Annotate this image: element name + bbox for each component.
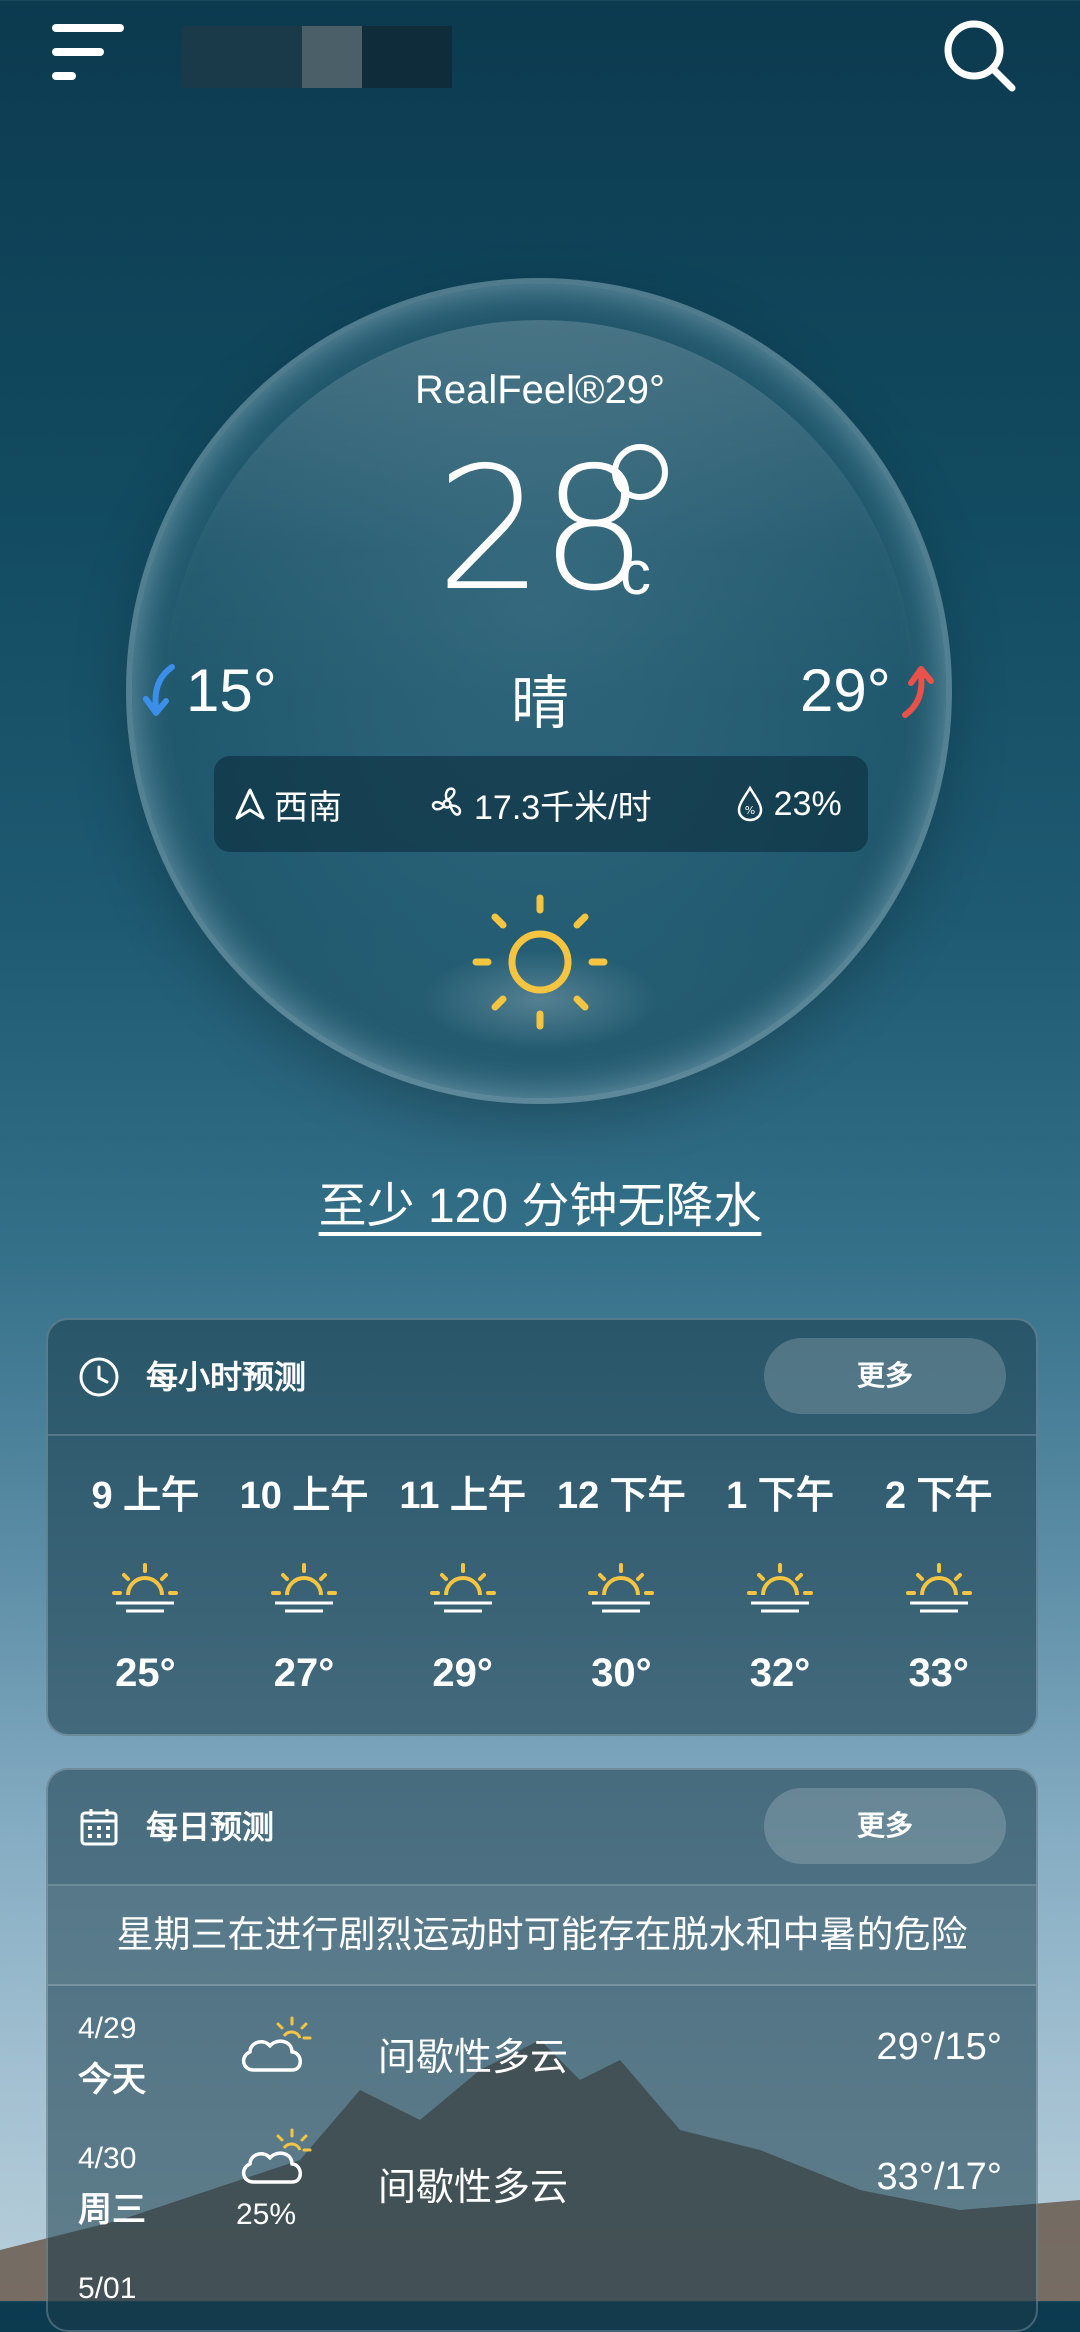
hour-temp: 27°: [273, 1651, 335, 1695]
daily-advisory[interactable]: 星期三在进行剧烈运动时可能存在脱水和中暑的危险: [48, 1886, 1036, 1986]
clock-icon: [79, 1357, 119, 1397]
unit-letter-display: c: [620, 539, 651, 608]
hour-temp: 25°: [115, 1651, 176, 1695]
hour-temp: 33°: [908, 1651, 969, 1695]
daily-forecast-card: 每日预测 更多 星期三在进行剧烈运动时可能存在脱水和中暑的危险 4/29 今天 间歇…: [46, 1768, 1038, 2332]
hour-time: 11 上午: [399, 1475, 527, 1517]
hourly-item[interactable]: 12 下午 30°: [542, 1436, 701, 1734]
daily-more-button[interactable]: 更多: [764, 1788, 1006, 1864]
wind-speed-value: 17.3千米/时: [474, 788, 652, 827]
menu-icon[interactable]: [52, 24, 124, 82]
day-name: 今天: [78, 2061, 146, 2099]
humidity-value: 23%: [773, 784, 842, 823]
high-temp-value: 29°: [800, 657, 891, 724]
hourly-item[interactable]: 9 上午 25°: [66, 1436, 225, 1734]
current-details-bar: 西南 17.3千米/时 % 23%: [214, 756, 868, 852]
degree-symbol: [612, 444, 668, 500]
sunrise-icon: [112, 1563, 179, 1613]
up-arrow-icon: [901, 665, 934, 718]
day-description: 间歇性多云: [378, 2167, 569, 2209]
temperature-unit: C c: [612, 440, 692, 620]
hour-temp: 29°: [432, 1651, 493, 1695]
hour-time: 1 下午: [726, 1475, 834, 1517]
high-temperature: 29°: [800, 656, 937, 725]
hourly-item[interactable]: 2 下午 33°: [859, 1436, 1018, 1734]
wind-direction: 西南: [232, 780, 342, 829]
top-bar: [0, 0, 1080, 120]
hour-temp: 32°: [749, 1651, 811, 1695]
day-name: 周三: [78, 2191, 146, 2229]
fan-icon: [431, 787, 462, 816]
current-temperature: 28 C c: [0, 440, 1080, 620]
hourly-more-button[interactable]: 更多: [764, 1338, 1006, 1414]
humidity-drop-icon: %: [737, 785, 762, 822]
hour-time: 2 下午: [884, 1475, 993, 1517]
hourly-list: 9 上午 25° 10 上午 27° 11 上午 29° 12 下午 30° 1 下午 32° 2 …: [48, 1436, 1036, 1734]
sunrise-icon: [747, 1563, 814, 1613]
sun-icon: [472, 894, 608, 1030]
partly-cloudy-icon: [241, 2128, 312, 2184]
precip-chance: 25%: [236, 2198, 297, 2231]
svg-text:%: %: [744, 804, 754, 817]
hour-time: 10 上午: [239, 1475, 369, 1517]
sunrise-icon: [588, 1563, 655, 1613]
daily-title: 每日预测: [146, 1809, 275, 1845]
wind-speed: 17.3千米/时: [426, 780, 652, 829]
partly-cloudy-icon: [241, 2016, 312, 2072]
hourly-item[interactable]: 1 下午 32°: [701, 1436, 860, 1734]
hourly-item[interactable]: 11 上午 29°: [383, 1436, 542, 1734]
hour-time: 12 下午: [556, 1475, 686, 1517]
location-name[interactable]: [182, 26, 452, 88]
hourly-forecast-card: 每小时预测 更多 9 上午 25° 10 上午 27° 11 上午 29° 12 下午 30°…: [46, 1318, 1038, 1736]
daily-row[interactable]: 5/01: [48, 2246, 1036, 2330]
day-temperatures: 33°/17°: [876, 2156, 1003, 2198]
calendar-icon: [80, 1809, 118, 1846]
hourly-title: 每小时预测: [146, 1359, 307, 1395]
day-date: 4/30: [78, 2142, 137, 2175]
daily-row[interactable]: 4/30 周三 25% 间歇性多云 33°/17°: [48, 2116, 1036, 2246]
daily-row[interactable]: 4/29 今天 间歇性多云 29°/15°: [48, 1986, 1036, 2116]
hourly-item[interactable]: 10 上午 27°: [225, 1436, 384, 1734]
hour-time: 9 上午: [91, 1475, 200, 1517]
realfeel-text: RealFeel®29°: [414, 368, 666, 412]
day-date: 4/29: [78, 2012, 137, 2045]
sunrise-icon: [905, 1563, 972, 1613]
sunrise-icon: [429, 1563, 496, 1613]
wind-direction-value: 西南: [274, 788, 342, 827]
navigation-arrow-icon: [235, 788, 265, 820]
hourly-card-header: 每小时预测 更多: [48, 1320, 1036, 1436]
daily-card-header: 每日预测 更多: [48, 1770, 1036, 1886]
precipitation-note-link[interactable]: 至少 120 分钟无降水: [0, 1166, 1080, 1236]
day-description: 间歇性多云: [378, 2037, 569, 2079]
daily-list: 4/29 今天 间歇性多云 29°/15° 4/30 周三 25% 间歇性多云 33°/17° 5…: [48, 1986, 1036, 2330]
hour-temp: 30°: [591, 1651, 652, 1695]
humidity: % 23%: [734, 784, 842, 824]
sunrise-icon: [271, 1563, 337, 1613]
day-temperatures: 29°/15°: [876, 2026, 1003, 2068]
search-icon[interactable]: [940, 16, 1018, 94]
